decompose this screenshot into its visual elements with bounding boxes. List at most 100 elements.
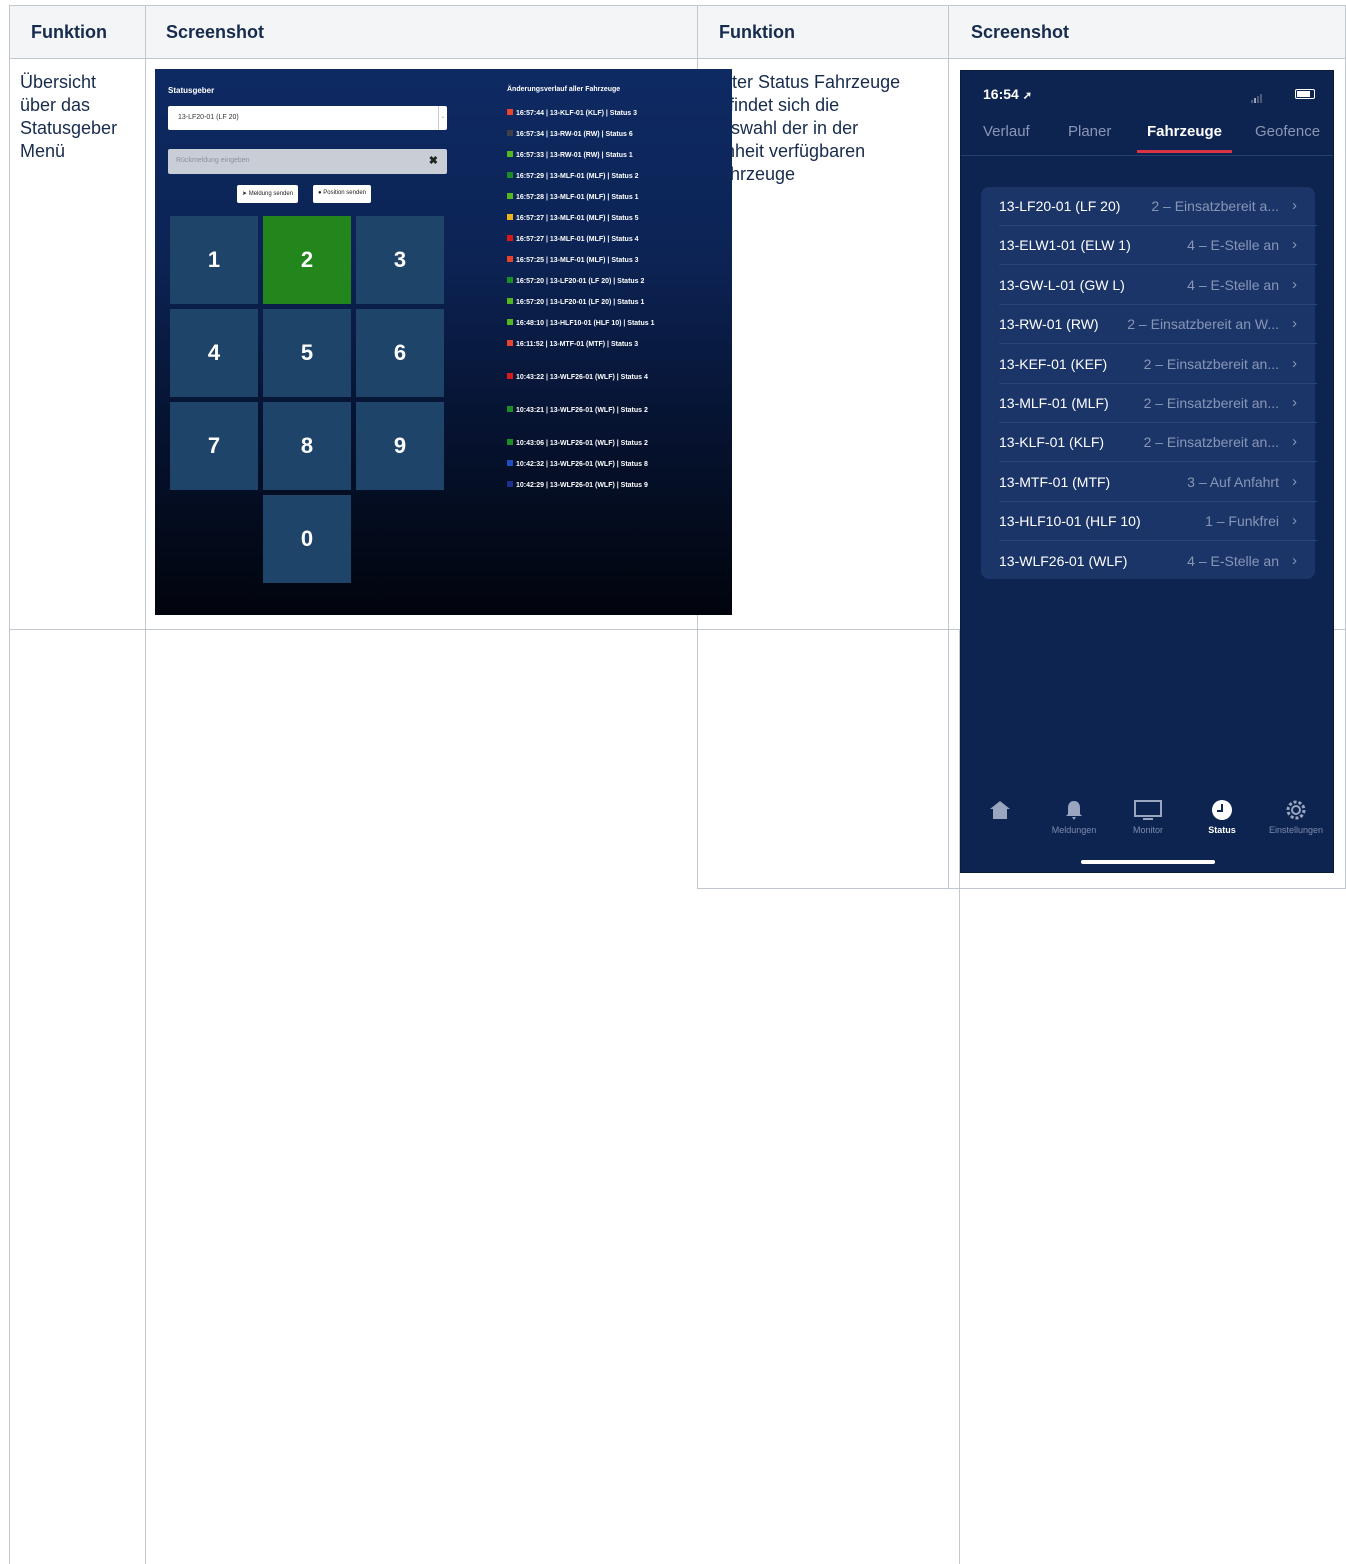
status-color-swatch	[507, 460, 513, 466]
vehicle-row[interactable]: 13-LF20-01 (LF 20) 2 – Einsatzbereit a...…	[999, 187, 1317, 226]
statusgeber-screenshot: Statusgeber 13-LF20-01 (LF 20) ⌄ Rückmel…	[155, 69, 732, 615]
status-key-3[interactable]: 3	[356, 216, 444, 304]
chevron-right-icon: ›	[1292, 512, 1297, 530]
status-bar-time: 16:54 ➚	[983, 86, 1032, 102]
status-color-swatch	[507, 319, 513, 325]
vehicle-name: 13-LF20-01 (LF 20)	[999, 198, 1121, 214]
vehicle-name: 13-HLF10-01 (HLF 10)	[999, 513, 1141, 530]
history-entry: 16:57:27 | 13-MLF-01 (MLF) | Status 5	[507, 214, 639, 222]
history-entry-text: 16:57:25 | 13-MLF-01 (MLF) | Status 3	[516, 257, 639, 264]
history-entry-text: 16:57:28 | 13-MLF-01 (MLF) | Status 1	[516, 194, 639, 201]
status-key-7[interactable]: 7	[170, 402, 258, 490]
monitor-icon	[1134, 800, 1162, 820]
history-title: Änderungsverlauf aller Fahrzeuge	[507, 86, 621, 93]
gear-icon	[1286, 800, 1306, 820]
status-key-1[interactable]: 1	[170, 216, 258, 304]
status-key-0[interactable]: 0	[263, 495, 351, 583]
history-entry-text: 10:42:32 | 13-WLF26-01 (WLF) | Status 8	[516, 461, 648, 468]
vehicle-status: 2 – Einsatzbereit an...	[1143, 395, 1279, 411]
table-header-left	[9, 5, 697, 58]
status-key-2[interactable]: 2	[263, 216, 351, 304]
statusgeber-title: Statusgeber	[168, 86, 215, 95]
tab-planer[interactable]: Planer	[1068, 123, 1111, 140]
send-position-button[interactable]: ● Position senden	[313, 185, 371, 203]
table-border	[948, 5, 949, 889]
send-message-button[interactable]: ➤ Meldung senden	[237, 185, 299, 203]
vehicle-status: 2 – Einsatzbereit a...	[1151, 198, 1279, 214]
message-input[interactable]: Rückmeldung eingeben ✖	[168, 149, 447, 174]
text-line: Menü	[20, 141, 66, 161]
vehicle-row[interactable]: 13-ELW1-01 (ELW 1) 4 – E-Stelle an ›	[999, 226, 1317, 266]
history-entry: 10:43:21 | 13-WLF26-01 (WLF) | Status 2	[507, 406, 648, 414]
vehicle-row[interactable]: 13-MLF-01 (MLF) 2 – Einsatzbereit an... ›	[999, 384, 1317, 423]
history-entry: 16:57:20 | 13-LF20-01 (LF 20) | Status 2	[507, 277, 644, 285]
nav-label: Monitor	[1132, 825, 1163, 835]
nav-meldungen[interactable]: Meldungen	[1037, 799, 1111, 835]
history-entry-text: 10:43:21 | 13-WLF26-01 (WLF) | Status 2	[516, 407, 648, 414]
vehicle-name: 13-RW-01 (RW)	[999, 316, 1099, 333]
vehicle-row[interactable]: 13-GW-L-01 (GW L) 4 – E-Stelle an ›	[999, 266, 1317, 305]
vehicle-select[interactable]: 13-LF20-01 (LF 20) ⌄	[168, 106, 447, 130]
vehicle-row[interactable]: 13-WLF26-01 (WLF) 4 – E-Stelle an ›	[999, 542, 1317, 581]
status-color-swatch	[507, 439, 513, 445]
history-entry: 16:57:44 | 13-KLF-01 (KLF) | Status 3	[507, 109, 637, 117]
vehicle-name: 13-WLF26-01 (WLF)	[999, 552, 1128, 569]
history-entry: 16:57:29 | 13-MLF-01 (MLF) | Status 2	[507, 172, 639, 180]
chevron-right-icon: ›	[1292, 433, 1297, 451]
nav-status[interactable]: Status	[1185, 799, 1259, 835]
status-key-4[interactable]: 4	[170, 309, 258, 397]
chevron-right-icon: ›	[1292, 551, 1297, 569]
history-entry: 10:43:22 | 13-WLF26-01 (WLF) | Status 4	[507, 373, 648, 381]
tab-verlauf[interactable]: Verlauf	[983, 123, 1030, 140]
history-entry-text: 16:57:33 | 13-RW-01 (RW) | Status 1	[516, 152, 633, 159]
history-entry-text: 16:57:20 | 13-LF20-01 (LF 20) | Status 1	[516, 299, 645, 306]
history-entry-text: 16:57:27 | 13-MLF-01 (MLF) | Status 4	[516, 236, 639, 243]
tab-fahrzeuge[interactable]: Fahrzeuge	[1147, 123, 1222, 140]
chevron-right-icon: ›	[1292, 354, 1297, 372]
history-entry-text: 16:57:29 | 13-MLF-01 (MLF) | Status 2	[516, 173, 639, 180]
vehicle-name: 13-MTF-01 (MTF)	[999, 473, 1111, 490]
tab-geofence[interactable]: Geofence	[1255, 123, 1320, 140]
send-position-label: Position senden	[323, 190, 366, 196]
status-color-swatch	[507, 481, 513, 487]
status-key-5[interactable]: 5	[263, 309, 351, 397]
chevron-right-icon: ›	[1292, 394, 1297, 411]
table-border	[9, 58, 1346, 59]
vehicle-row[interactable]: 13-KLF-01 (KLF) 2 – Einsatzbereit an... ›	[999, 423, 1317, 463]
chevron-right-icon: ›	[1292, 315, 1297, 333]
status-color-swatch	[507, 130, 513, 136]
text-line: Statusgeber	[20, 118, 118, 138]
vehicle-row[interactable]: 13-KEF-01 (KEF) 2 – Einsatzbereit an... ›	[999, 345, 1317, 384]
signal-icon	[1251, 90, 1263, 108]
history-entry-text: 16:57:27 | 13-MLF-01 (MLF) | Status 5	[516, 215, 639, 222]
history-entry-text: 16:11:52 | 13-MTF-01 (MTF) | Status 3	[516, 341, 639, 348]
nav-monitor[interactable]: Monitor	[1111, 799, 1185, 835]
chevron-right-icon: ›	[1292, 236, 1297, 254]
vehicle-name: 13-KEF-01 (KEF)	[999, 355, 1108, 372]
history-entry-text: 10:43:22 | 13-WLF26-01 (WLF) | Status 4	[516, 374, 648, 381]
table-border	[145, 5, 146, 1564]
send-message-label: Meldung senden	[248, 191, 294, 197]
status-key-9[interactable]: 9	[356, 402, 444, 490]
status-key-8[interactable]: 8	[263, 402, 351, 490]
history-entry: 16:48:10 | 13-HLF10-01 (HLF 10) | Status…	[507, 319, 655, 327]
text-line: Einheit verfügbaren	[709, 141, 866, 161]
vehicle-row[interactable]: 13-RW-01 (RW) 2 – Einsatzbereit an W... ›	[999, 305, 1317, 345]
clear-icon[interactable]: ✖	[429, 154, 438, 167]
history-entry: 16:57:33 | 13-RW-01 (RW) | Status 1	[507, 151, 633, 159]
vehicle-name: 13-ELW1-01 (ELW 1)	[999, 237, 1131, 254]
vehicle-row[interactable]: 13-HLF10-01 (HLF 10) 1 – Funkfrei ›	[999, 502, 1317, 542]
table-border	[9, 5, 1346, 6]
text-line: befindet sich die	[709, 95, 840, 115]
nav-einstellungen[interactable]: Einstellungen	[1259, 799, 1333, 835]
vehicle-status: 4 – E-Stelle an	[1187, 552, 1279, 569]
chevron-right-icon: ›	[1292, 472, 1297, 490]
vehicle-row[interactable]: 13-MTF-01 (MTF) 3 – Auf Anfahrt ›	[999, 463, 1317, 502]
function-description: Unter Status Fahrzeuge befindet sich die…	[709, 71, 944, 186]
vehicle-status: 2 – Einsatzbereit an...	[1143, 355, 1279, 372]
status-color-swatch	[507, 109, 513, 115]
status-color-swatch	[507, 340, 513, 346]
nav-home[interactable]	[963, 799, 1037, 825]
status-key-6[interactable]: 6	[356, 309, 444, 397]
status-color-swatch	[507, 235, 513, 241]
